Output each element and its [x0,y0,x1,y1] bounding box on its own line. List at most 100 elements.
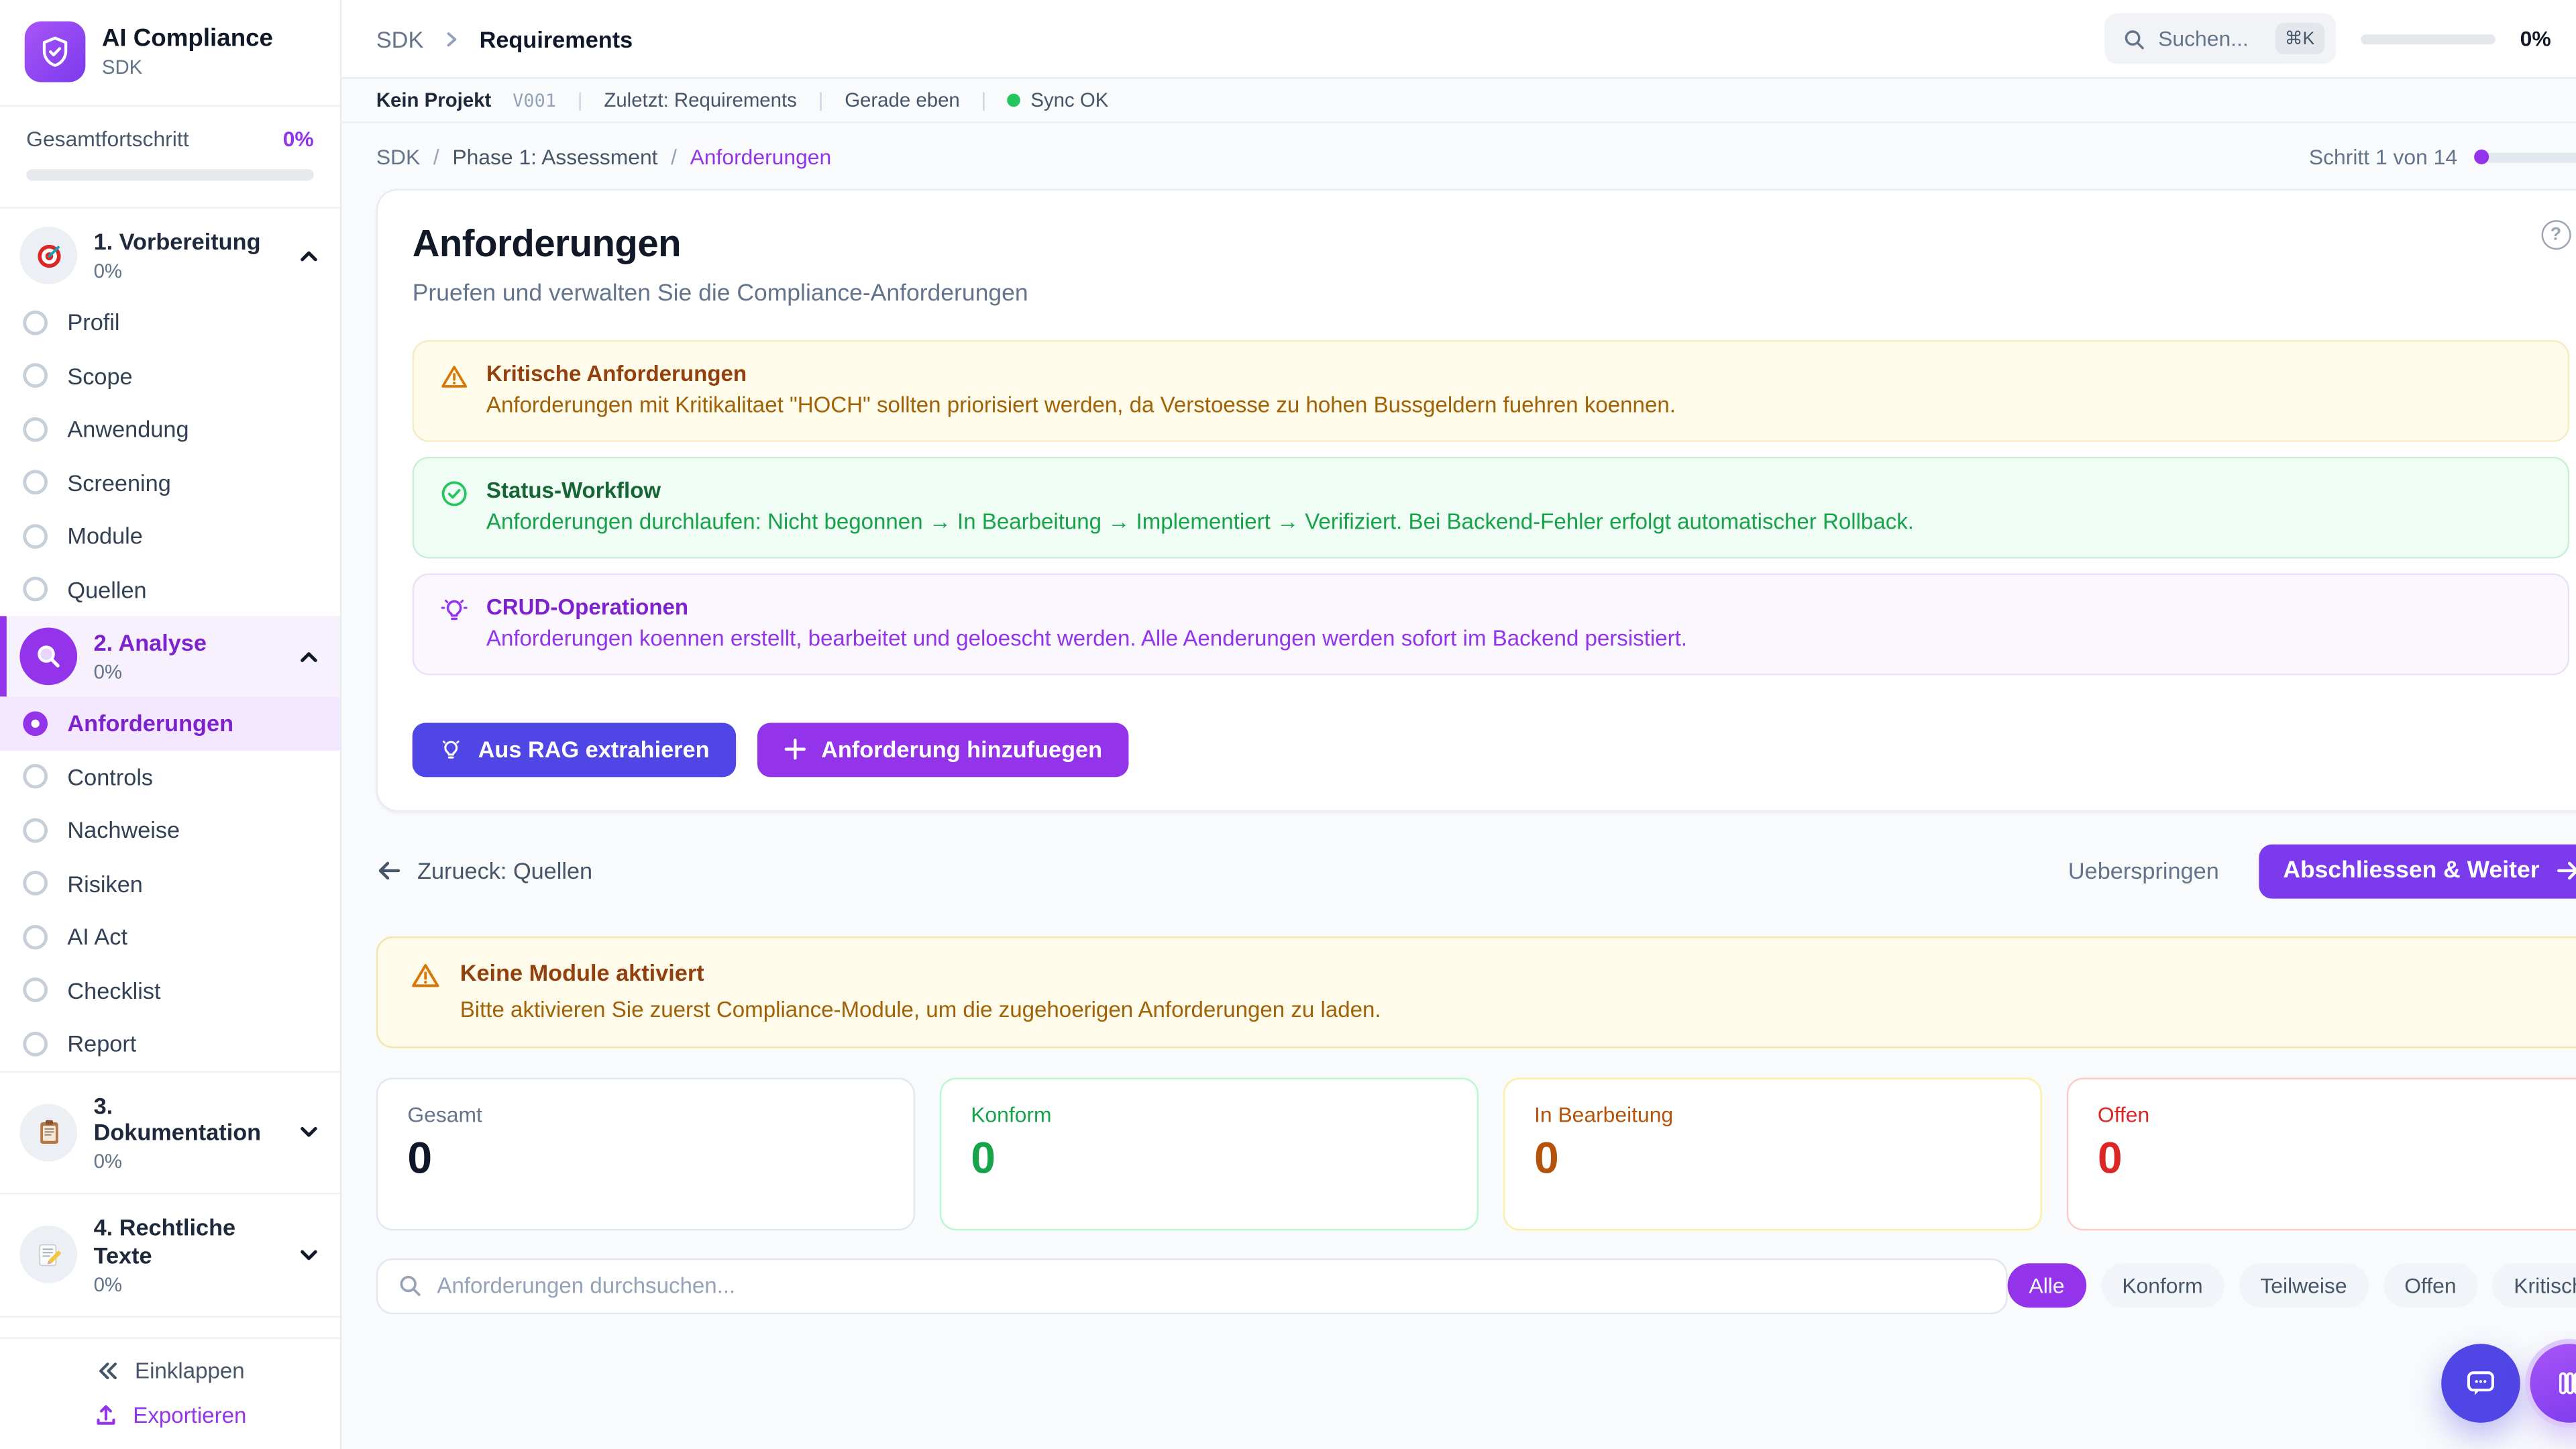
sidebar-item-risiken[interactable]: Risiken [0,857,340,910]
chat-assistant-button[interactable] [2441,1344,2520,1423]
sidebar-section-vorbereitung[interactable]: 1. Vorbereitung 0% [0,215,340,296]
section-label: 2. Analyse [94,629,207,657]
crumb-sdk[interactable]: SDK [376,145,420,170]
stats-row: Gesamt 0 Konform 0 In Bearbeitung 0 Offe… [376,1077,2576,1230]
radio-icon [23,470,48,495]
radio-icon [23,1031,48,1056]
export-button[interactable]: Exportieren [94,1403,247,1428]
version-tag: V001 [513,89,556,111]
sidebar-item-checklist[interactable]: Checklist [0,963,340,1017]
back-link-label: Zurueck: Quellen [417,858,592,884]
sync-ok-dot [1008,94,1021,107]
sidebar-section-dokumentation[interactable]: 3. Dokumentation 0% [0,1080,340,1185]
section-percent: 0% [94,1150,281,1173]
shield-check-icon [25,21,86,83]
chevron-right-icon [441,29,461,48]
stat-label: Konform [971,1102,1447,1126]
stat-card-gesamt: Gesamt 0 [376,1077,915,1230]
callout-body: Anforderungen durchlaufen: Nicht begonne… [486,509,1914,537]
sidebar-item-label: Anforderungen [67,710,233,737]
breadcrumb-current: Requirements [480,25,633,52]
requirements-card: ? Anforderungen Pruefen und verwalten Si… [376,189,2576,811]
page-subtitle: Pruefen und verwalten Sie die Compliance… [413,281,2569,307]
radio-icon [23,764,48,789]
no-modules-alert: Keine Module aktiviert Bitte aktivieren … [376,936,2576,1048]
extract-from-rag-button[interactable]: Aus RAG extrahieren [413,722,736,777]
radio-icon [23,364,48,388]
sidebar-item-scope[interactable]: Scope [0,349,340,402]
double-chevron-left-icon [95,1358,120,1383]
crumb-current: Anforderungen [690,145,832,170]
floating-buttons [2441,1344,2576,1423]
sidebar-item-module[interactable]: Module [0,509,340,563]
sidebar-item-ai-act[interactable]: AI Act [0,910,340,964]
sidebar-item-nachweise[interactable]: Nachweise [0,804,340,857]
page-title: Anforderungen [413,222,2569,266]
app-title: AI Compliance [102,24,273,52]
back-to-quellen-link[interactable]: Zurueck: Quellen [376,858,592,884]
radio-icon [23,310,48,335]
sidebar-section-rechtliche-texte[interactable]: 4. Rechtliche Texte 0% [0,1203,340,1307]
step-progress-bar [2474,152,2576,162]
section-label: 4. Rechtliche Texte [94,1214,281,1269]
callout-title: Status-Workflow [486,478,1914,502]
target-icon [19,227,77,284]
search-icon [2122,27,2145,50]
filter-chip-offen[interactable]: Offen [2383,1264,2477,1308]
stat-card-offen: Offen 0 [2066,1077,2576,1230]
filter-chips: Alle Konform Teilweise Offen Kritisch [2008,1264,2576,1308]
sidebar-item-label: Controls [67,763,153,790]
header-progress-bar [2361,34,2496,44]
radio-icon [23,577,48,602]
global-search-button[interactable]: Suchen... ⌘K [2104,13,2336,64]
filter-chip-kritisch[interactable]: Kritisch [2492,1264,2576,1308]
sidebar-item-anwendung[interactable]: Anwendung [0,402,340,456]
arrow-right-icon [2555,858,2576,884]
crumb-phase[interactable]: Phase 1: Assessment [452,145,657,170]
filter-chip-teilweise[interactable]: Teilweise [2239,1264,2369,1308]
skip-button[interactable]: Ueberspringen [2068,858,2219,884]
section-percent: 0% [94,1273,281,1295]
magnifier-icon [19,628,77,686]
status-workflow-callout: Status-Workflow Anforderungen durchlaufe… [413,457,2569,559]
sidebar-section-betrieb[interactable]: 5. Betrieb 0% [0,1326,340,1338]
sidebar-item-screening[interactable]: Screening [0,456,340,510]
finish-and-next-button[interactable]: Abschliessen & Weiter [2259,844,2576,898]
filter-chip-konform[interactable]: Konform [2100,1264,2224,1308]
add-requirement-button[interactable]: Anforderung hinzufuegen [757,722,1129,777]
overall-progress-value: 0% [283,127,314,152]
sidebar-section-analyse[interactable]: 2. Analyse 0% [0,616,340,696]
crumb-separator: / [671,145,677,170]
chevron-up-icon [297,645,320,667]
breadcrumb-root[interactable]: SDK [376,25,424,52]
board-view-button[interactable] [2530,1344,2576,1423]
sidebar-item-label: Module [67,523,142,549]
stat-label: Offen [2098,1102,2574,1126]
stat-value: 0 [971,1134,1447,1183]
sidebar-item-report[interactable]: Report [0,1017,340,1071]
divider: | [818,89,824,111]
chat-bubble-icon [2462,1365,2498,1401]
sidebar: AI Compliance SDK Gesamtfortschritt 0% 1… [0,0,341,1449]
filter-chip-alle[interactable]: Alle [2008,1264,2086,1308]
crumb-separator: / [433,145,439,170]
columns-icon [2551,1365,2576,1401]
warning-triangle-icon [440,363,468,420]
stat-value: 0 [2098,1134,2574,1183]
sidebar-footer: Einklappen Exportieren [0,1337,340,1449]
stat-card-in-bearbeitung: In Bearbeitung 0 [1503,1077,2042,1230]
sidebar-item-controls[interactable]: Controls [0,750,340,804]
top-bar: SDK Requirements Suchen... ⌘K 0% ? [341,0,2576,79]
sidebar-item-profil[interactable]: Profil [0,296,340,350]
radio-icon [23,924,48,949]
global-search-placeholder: Suchen... [2158,26,2249,51]
sidebar-item-label: Screening [67,470,170,496]
sidebar-item-quellen[interactable]: Quellen [0,563,340,616]
card-help-icon[interactable]: ? [2541,220,2571,250]
collapse-sidebar-button[interactable]: Einklappen [95,1358,244,1383]
chevron-up-icon [297,244,320,267]
callout-title: Kritische Anforderungen [486,362,1676,386]
sidebar-item-anforderungen[interactable]: Anforderungen [0,696,340,750]
requirements-search-input[interactable] [437,1273,1986,1298]
extract-button-label: Aus RAG extrahieren [478,736,710,762]
